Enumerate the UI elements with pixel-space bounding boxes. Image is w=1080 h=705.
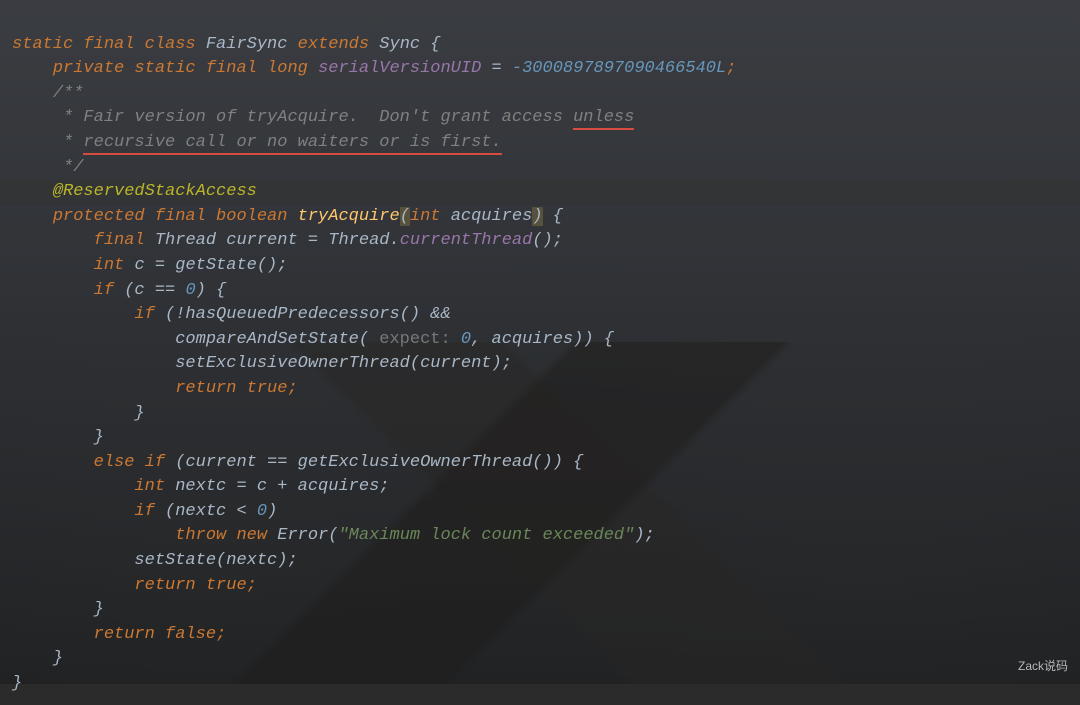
code-line: int c = getState(); bbox=[12, 256, 287, 275]
watermark: Zack说码 bbox=[1018, 657, 1068, 674]
code-line: } bbox=[12, 428, 104, 447]
code-line: } bbox=[12, 404, 145, 423]
code-line: return true; bbox=[12, 379, 298, 398]
underlined-comment: unless bbox=[573, 108, 634, 130]
underlined-comment: recursive call or no waiters or is first… bbox=[83, 133, 501, 155]
code-line: /** bbox=[12, 84, 83, 103]
code-line: if (!hasQueuedPredecessors() && bbox=[12, 305, 451, 324]
code-line: int nextc = c + acquires; bbox=[12, 477, 389, 496]
code-line: setState(nextc); bbox=[12, 551, 298, 570]
code-line: return false; bbox=[12, 625, 226, 644]
code-line: if (nextc < 0) bbox=[12, 502, 277, 521]
code-line: return true; bbox=[12, 576, 257, 595]
code-line: } bbox=[12, 649, 63, 668]
code-line: @ReservedStackAccess bbox=[12, 182, 257, 201]
code-line: if (c == 0) { bbox=[12, 281, 226, 300]
code-line: private static final long serialVersionU… bbox=[12, 59, 736, 78]
code-line: * recursive call or no waiters or is fir… bbox=[12, 133, 502, 155]
inlay-hint: expect: bbox=[369, 330, 461, 349]
code-line: final Thread current = Thread.currentThr… bbox=[12, 231, 563, 250]
annotation: @ReservedStackAccess bbox=[53, 182, 257, 201]
code-line: } bbox=[12, 600, 104, 619]
code-line: setExclusiveOwnerThread(current); bbox=[12, 354, 512, 373]
code-line: else if (current == getExclusiveOwnerThr… bbox=[12, 453, 583, 472]
code-line: * Fair version of tryAcquire. Don't gran… bbox=[12, 108, 645, 130]
code-editor[interactable]: static final class FairSync extends Sync… bbox=[0, 0, 1080, 705]
bracket-highlight: ( bbox=[400, 207, 410, 226]
code-line: throw new Error("Maximum lock count exce… bbox=[12, 526, 655, 545]
code-line: */ bbox=[12, 158, 83, 177]
bracket-highlight: ) bbox=[532, 207, 542, 226]
code-line: compareAndSetState( expect: 0, acquires)… bbox=[12, 330, 614, 349]
code-line: protected final boolean tryAcquire(int a… bbox=[12, 207, 563, 226]
code-line: static final class FairSync extends Sync… bbox=[12, 35, 441, 54]
